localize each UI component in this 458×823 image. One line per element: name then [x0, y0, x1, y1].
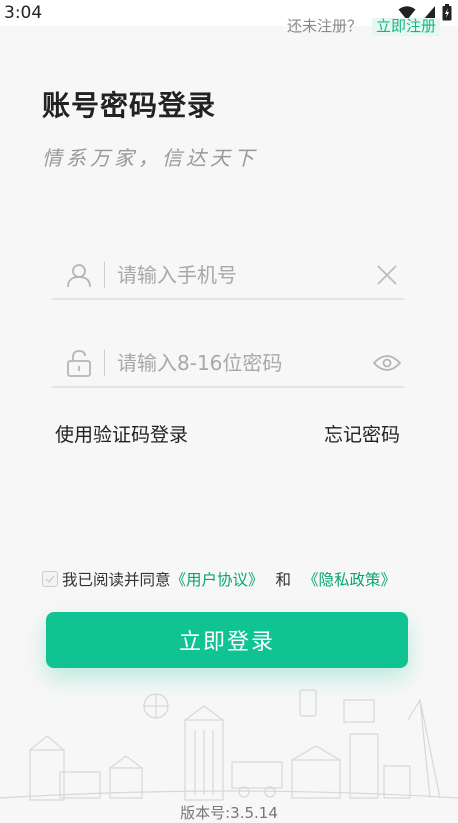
field-divider	[104, 350, 105, 376]
agreement-prefix: 我已阅读并同意	[62, 571, 171, 589]
field-divider	[104, 262, 105, 288]
eye-icon[interactable]	[372, 348, 402, 378]
check-icon	[45, 575, 55, 584]
agreement-and: 和	[275, 571, 292, 589]
user-icon	[64, 260, 94, 290]
privacy-policy-link[interactable]: 《隐私政策》	[303, 568, 396, 590]
page-slogan: 情系万家，信达天下	[42, 146, 258, 170]
register-link[interactable]: 立即注册	[371, 18, 440, 36]
password-input[interactable]	[117, 343, 372, 383]
forgot-password-link[interactable]: 忘记密码	[324, 420, 400, 447]
register-hint: 还未注册？	[286, 18, 362, 35]
status-time: 3:04	[4, 3, 43, 23]
page-title: 账号密码登录	[42, 89, 217, 122]
phone-field-row	[52, 252, 404, 300]
password-field-row	[52, 340, 404, 388]
user-agreement-link[interactable]: 《用户协议》	[171, 568, 264, 590]
sms-login-link[interactable]: 使用验证码登录	[55, 420, 188, 447]
battery-icon	[442, 4, 452, 25]
city-skyline-illustration	[0, 689, 458, 801]
clear-icon[interactable]	[372, 260, 402, 290]
lock-icon	[64, 348, 94, 378]
register-prompt: 还未注册？ 立即注册	[287, 18, 440, 36]
phone-input[interactable]	[117, 255, 372, 295]
agreement-row: 我已阅读并同意 《用户协议》 和 《隐私政策》	[42, 568, 396, 590]
login-button[interactable]: 立即登录	[46, 612, 408, 668]
agreement-checkbox[interactable]	[42, 571, 58, 587]
